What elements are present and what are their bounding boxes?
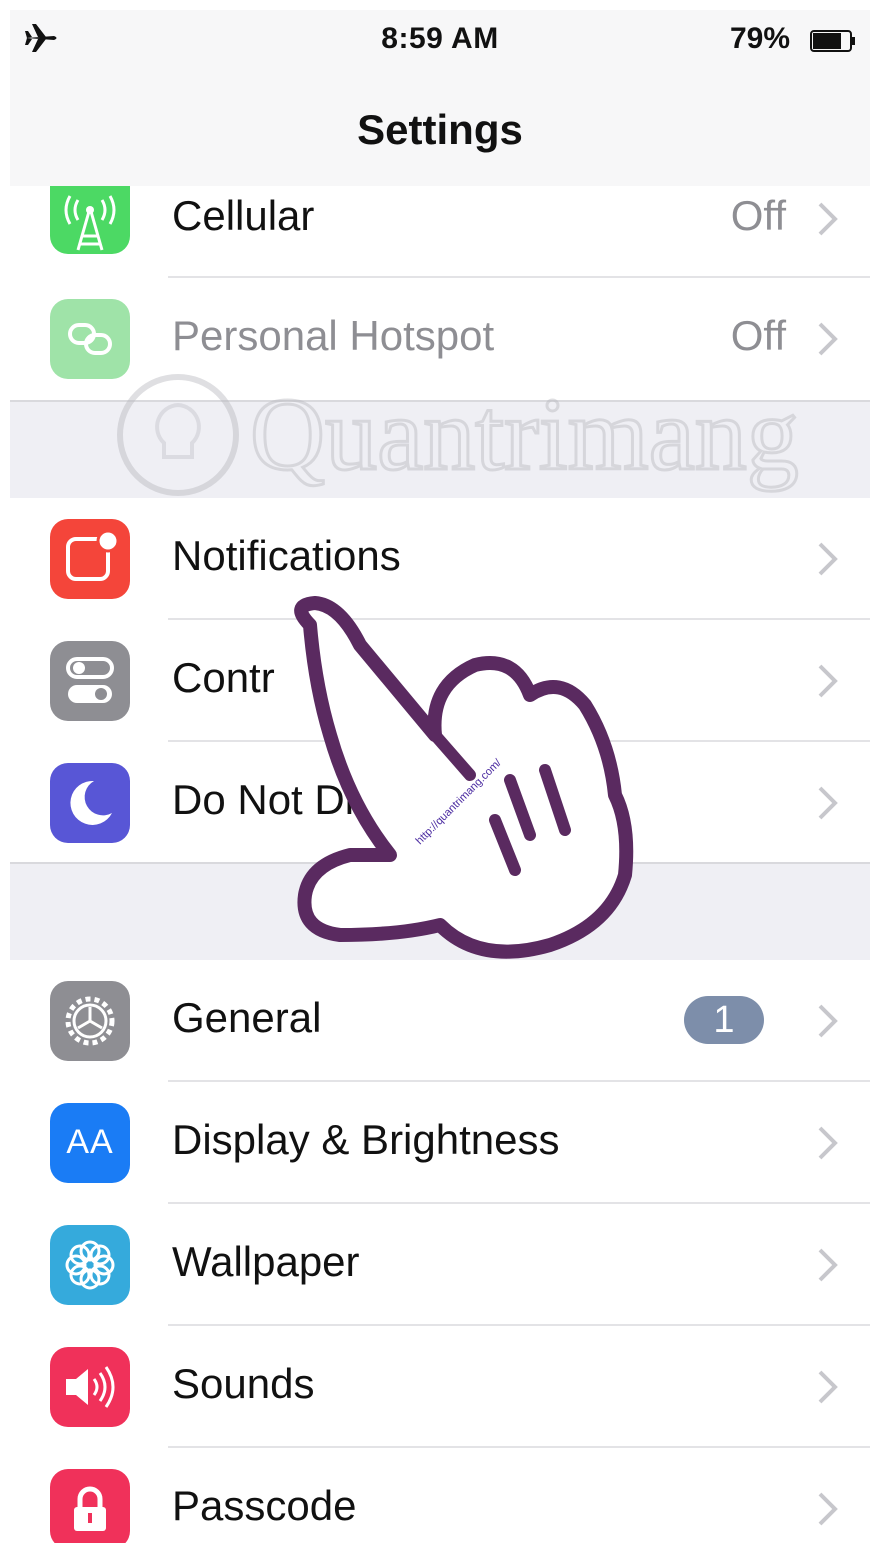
passcode-label: Passcode — [172, 1482, 357, 1529]
display-brightness-row[interactable]: AA Display & Brightness — [10, 1082, 870, 1204]
notifications-row[interactable]: Notifications — [10, 498, 870, 620]
cellular-label: Cellular — [172, 192, 315, 239]
passcode-row[interactable]: Passcode — [10, 1448, 870, 1543]
chevron-right-icon — [818, 786, 838, 820]
chevron-right-icon — [818, 1370, 838, 1404]
control-center-toggles-icon — [50, 641, 130, 721]
section-gap — [10, 862, 870, 962]
status-bar: 8:59 AM 79% — [10, 10, 870, 72]
battery-percent: 79% — [729, 22, 790, 55]
do-not-disturb-row[interactable]: Do Not Dis — [10, 742, 870, 864]
moon-icon — [50, 763, 130, 843]
text-size-icon: AA — [50, 1103, 130, 1183]
control-center-label: Contr — [172, 654, 275, 701]
speaker-icon — [50, 1347, 130, 1427]
personal-hotspot-value: Off — [730, 312, 786, 359]
notifications-icon — [50, 519, 130, 599]
cellular-antenna-icon — [50, 186, 130, 254]
flower-icon — [50, 1225, 130, 1305]
hotspot-chain-icon — [50, 299, 130, 379]
chevron-right-icon — [818, 1004, 838, 1038]
sounds-label: Sounds — [172, 1360, 315, 1407]
sounds-row[interactable]: Sounds — [10, 1326, 870, 1448]
wallpaper-row[interactable]: Wallpaper — [10, 1204, 870, 1326]
personal-hotspot-row[interactable]: Personal Hotspot Off — [10, 278, 870, 400]
chevron-right-icon — [818, 1126, 838, 1160]
general-row[interactable]: General 1 — [10, 960, 870, 1082]
wallpaper-label: Wallpaper — [172, 1238, 360, 1285]
chevron-right-icon — [818, 1492, 838, 1526]
control-center-row[interactable]: Contr — [10, 620, 870, 742]
gear-icon — [50, 981, 130, 1061]
chevron-right-icon — [818, 542, 838, 576]
section-gap — [10, 400, 870, 500]
do-not-disturb-label: Do Not Dis — [172, 776, 376, 823]
cellular-value: Off — [730, 192, 786, 239]
lock-icon — [50, 1469, 130, 1543]
display-brightness-label: Display & Brightness — [172, 1116, 560, 1163]
chevron-right-icon — [818, 202, 838, 236]
settings-screen: 8:59 AM 79% Settings Cellular Off Person… — [10, 10, 870, 1543]
chevron-right-icon — [818, 1248, 838, 1282]
navigation-bar: Settings — [10, 72, 870, 190]
general-label: General — [172, 994, 322, 1041]
page-title: Settings — [357, 106, 523, 153]
chevron-right-icon — [818, 664, 838, 698]
notifications-label: Notifications — [172, 532, 401, 579]
update-badge: 1 — [684, 996, 764, 1044]
chevron-right-icon — [818, 322, 838, 356]
personal-hotspot-label: Personal Hotspot — [172, 312, 495, 359]
battery-icon — [810, 30, 855, 52]
